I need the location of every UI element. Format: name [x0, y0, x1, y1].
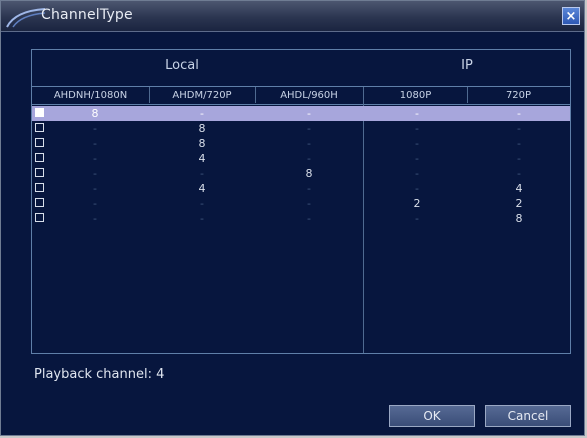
table-cell: - [93, 197, 97, 210]
table-cell: - [517, 152, 521, 165]
table-cell: - [307, 212, 311, 225]
close-button[interactable]: × [562, 7, 580, 25]
row-checkbox[interactable] [35, 183, 44, 192]
table-cell: - [307, 137, 311, 150]
row-checkbox[interactable] [35, 168, 44, 177]
table-cell: 8 [198, 122, 206, 135]
table-cell: - [200, 197, 204, 210]
table-cell: - [307, 197, 311, 210]
table-cell: - [517, 137, 521, 150]
table-cell: - [415, 137, 419, 150]
table-cell: 2 [413, 197, 421, 210]
table-cell: 8 [91, 107, 99, 120]
table-cell: 8 [305, 167, 313, 180]
table-cell: - [415, 182, 419, 195]
table-row[interactable]: - 4 - - - [32, 151, 570, 166]
column-header-1080p: 1080P [399, 90, 432, 101]
row-checkbox[interactable] [35, 198, 44, 207]
table-row[interactable]: - 4 - - 4 [32, 181, 570, 196]
table-cell: - [93, 212, 97, 225]
table-cell: - [517, 122, 521, 135]
title-bar: ChannelType × [1, 1, 584, 32]
row-checkbox[interactable] [35, 108, 44, 117]
table-cell: - [517, 167, 521, 180]
ok-button[interactable]: OK [389, 405, 475, 427]
table-cell: - [415, 107, 419, 120]
table-cell: - [307, 122, 311, 135]
column-divider [467, 87, 468, 103]
row-checkbox[interactable] [35, 138, 44, 147]
column-header-row: AHDNH/1080N AHDM/720P AHDL/960H 1080P 72… [32, 86, 570, 105]
table-cell: - [415, 167, 419, 180]
table-cell: - [200, 107, 204, 120]
table-row[interactable]: - - 8 - - [32, 166, 570, 181]
table-cell: - [93, 167, 97, 180]
column-divider [255, 87, 256, 103]
table-cell: - [93, 122, 97, 135]
table-row[interactable]: - 8 - - - [32, 136, 570, 151]
table-cell: 8 [198, 137, 206, 150]
table-cell: - [307, 107, 311, 120]
group-header-ip: IP [461, 58, 473, 73]
table-cell: - [93, 137, 97, 150]
row-checkbox[interactable] [35, 123, 44, 132]
group-header-local: Local [165, 58, 199, 73]
table-row[interactable]: - - - - 8 [32, 211, 570, 226]
table-row[interactable]: 8 - - - - [32, 106, 570, 121]
row-checkbox[interactable] [35, 153, 44, 162]
table-row[interactable]: - 8 - - - [32, 121, 570, 136]
table-cell: - [93, 182, 97, 195]
column-header-ahdl: AHDL/960H [280, 90, 338, 101]
table-cell: - [415, 152, 419, 165]
table-cell: 8 [515, 212, 523, 225]
column-divider [149, 87, 150, 103]
row-checkbox[interactable] [35, 213, 44, 222]
table-cell: 4 [198, 152, 206, 165]
column-header-720p: 720P [505, 90, 532, 101]
table-cell: 4 [198, 182, 206, 195]
table-row[interactable]: - - - 2 2 [32, 196, 570, 211]
table-cell: - [415, 122, 419, 135]
table-cell: - [200, 212, 204, 225]
table-cell: 4 [515, 182, 523, 195]
table-cell: - [93, 152, 97, 165]
table-cell: - [200, 167, 204, 180]
playback-channel-label: Playback channel: 4 [34, 367, 165, 382]
cancel-button[interactable]: Cancel [485, 405, 571, 427]
close-icon: × [565, 9, 577, 24]
column-header-ahdnh: AHDNH/1080N [53, 90, 128, 101]
table-cell: - [415, 212, 419, 225]
table-cell: 2 [515, 197, 523, 210]
column-header-ahdm: AHDM/720P [172, 90, 232, 101]
table-cell: - [307, 182, 311, 195]
table-cell: - [307, 152, 311, 165]
channel-type-dialog: ChannelType × Local IP AHDNH/1080N AHDM/… [0, 0, 585, 436]
dialog-title: ChannelType [41, 7, 133, 23]
table-cell: - [517, 107, 521, 120]
